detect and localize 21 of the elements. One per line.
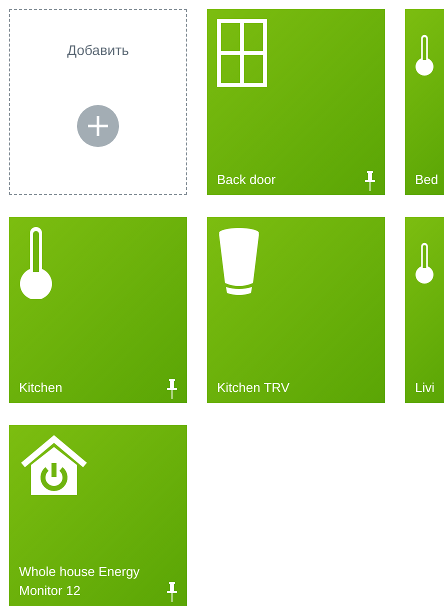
add-label: Добавить <box>67 41 129 60</box>
pin-icon[interactable] <box>365 171 375 191</box>
device-tile[interactable]: Livi <box>405 217 444 403</box>
plus-icon[interactable] <box>77 105 119 147</box>
thermometer-icon <box>19 227 53 299</box>
device-tile[interactable]: Back door <box>207 9 385 195</box>
pin-icon[interactable] <box>167 379 177 399</box>
house-power-icon <box>19 435 89 497</box>
pin-icon[interactable] <box>167 582 177 602</box>
window-icon <box>217 19 267 87</box>
device-tile[interactable]: Kitchen <box>9 217 187 403</box>
device-tile[interactable]: Kitchen TRV <box>207 217 385 403</box>
tile-label: Back door <box>217 171 276 189</box>
device-tile[interactable]: Bed <box>405 9 444 195</box>
tile-label: Livi <box>415 379 435 397</box>
tile-label: Whole house Energy Monitor 12 <box>19 563 141 600</box>
tile-label: Kitchen TRV <box>217 379 290 397</box>
tile-label: Kitchen <box>19 379 62 397</box>
add-tile[interactable]: Добавить <box>9 9 187 195</box>
tile-label: Bed <box>415 171 438 189</box>
device-tile[interactable]: Whole house Energy Monitor 12 <box>9 425 187 606</box>
